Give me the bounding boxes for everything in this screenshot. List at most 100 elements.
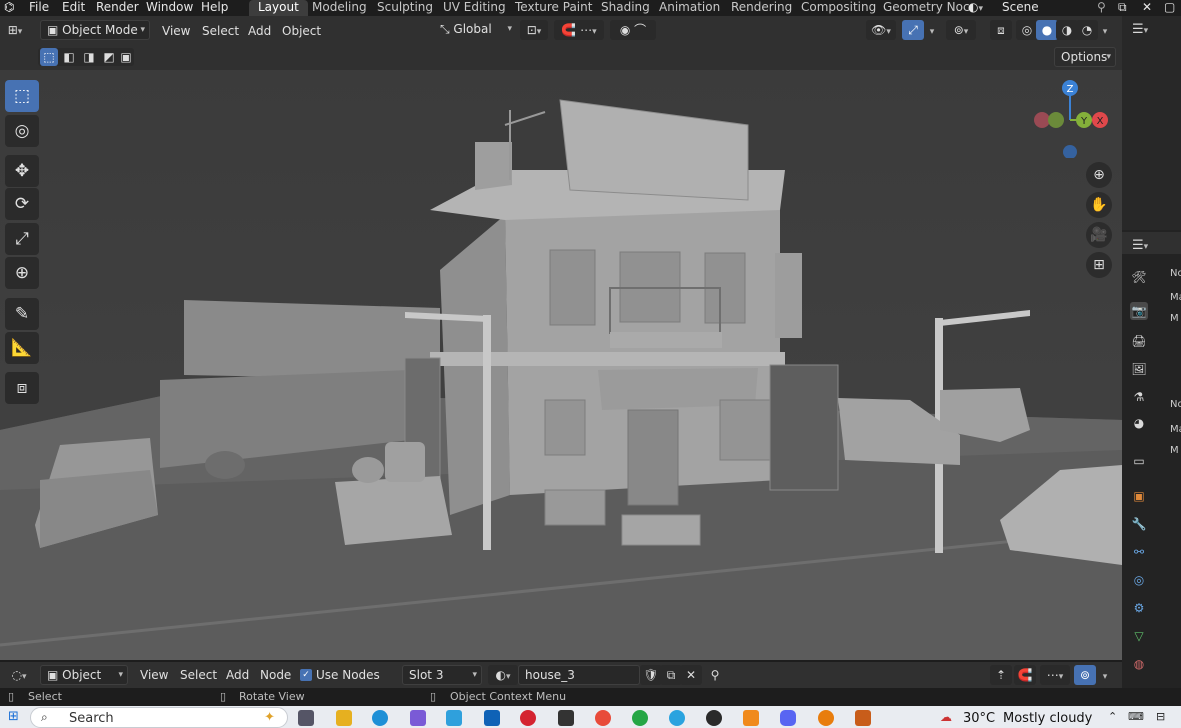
menu-select[interactable]: Select xyxy=(202,24,239,38)
delete-scene-icon[interactable]: ✕ xyxy=(1142,0,1152,14)
menu-add[interactable]: Add xyxy=(226,668,249,682)
overlays-icon[interactable]: ⊚▾ xyxy=(946,20,976,40)
select-extend-icon[interactable]: ◧ xyxy=(60,48,78,66)
constraints-icon[interactable]: ⚙ xyxy=(1130,599,1148,617)
menu-object[interactable]: Object xyxy=(282,24,321,38)
chevron-down-icon[interactable]: ▾ xyxy=(1096,20,1114,40)
transform-icon[interactable]: ⊕ xyxy=(5,257,39,289)
mode-dropdown[interactable]: ▣ Object Mode ▾ xyxy=(40,20,150,40)
render-properties-icon[interactable]: 📷 xyxy=(1130,302,1148,320)
snap-icon[interactable]: 🧲 xyxy=(1014,665,1036,685)
slot-dropdown[interactable]: Slot 3 ▾ xyxy=(402,665,482,685)
snap-mode-icon[interactable]: ⋯▾ xyxy=(1040,665,1070,685)
copilot-icon[interactable] xyxy=(410,710,426,726)
view-layer-icon[interactable]: ▢ xyxy=(1164,0,1175,14)
visibility-icon[interactable]: 👁▾ xyxy=(866,20,896,40)
new-scene-icon[interactable]: ⧉ xyxy=(1118,0,1127,14)
app-icon[interactable] xyxy=(558,710,574,726)
select-invert-icon[interactable]: ◩ xyxy=(100,48,118,66)
tab-modeling[interactable]: Modeling xyxy=(303,0,376,16)
options-dropdown[interactable]: Options ▾ xyxy=(1054,47,1116,67)
measure-icon[interactable]: 📐 xyxy=(5,332,39,364)
add-cube-icon[interactable]: ⧈ xyxy=(5,372,39,404)
chrome-icon[interactable] xyxy=(595,710,611,726)
object-properties-icon[interactable]: ▣ xyxy=(1130,487,1148,505)
shader-type-dropdown[interactable]: ▣ Object ▾ xyxy=(40,665,128,685)
menu-select[interactable]: Select xyxy=(180,668,217,682)
fake-user-icon[interactable]: 🛡 xyxy=(640,665,662,685)
pin-icon[interactable]: ⚲ xyxy=(704,665,726,685)
scene-name[interactable]: Scene xyxy=(1002,0,1102,14)
physics-icon[interactable]: ◎ xyxy=(1130,571,1148,589)
scale-icon[interactable]: ⤢ xyxy=(5,223,39,255)
editor-type-icon[interactable]: ⊞▾ xyxy=(4,20,26,40)
gizmo-toggle-icon[interactable]: ⤢ xyxy=(902,20,924,40)
menu-help[interactable]: Help xyxy=(201,0,228,14)
discord-icon[interactable] xyxy=(780,710,796,726)
use-nodes-checkbox[interactable]: ✓ xyxy=(300,669,312,681)
task-view-icon[interactable] xyxy=(298,710,314,726)
collection-properties-icon[interactable]: ▭ xyxy=(1130,452,1148,470)
tab-shading[interactable]: Shading xyxy=(592,0,659,16)
tab-layout[interactable]: Layout xyxy=(249,0,308,16)
view-layer-icon[interactable]: 🖼 xyxy=(1130,360,1148,378)
tab-texture-paint[interactable]: Texture Paint xyxy=(506,0,601,16)
tab-rendering[interactable]: Rendering xyxy=(722,0,801,16)
telegram-icon[interactable] xyxy=(669,710,685,726)
hand-pan-icon[interactable]: ✋ xyxy=(1086,192,1112,218)
overlays-icon[interactable]: ⊚ xyxy=(1074,665,1096,685)
select-box-icon[interactable]: ⬚ xyxy=(5,80,39,112)
properties-type-icon[interactable]: ☰▾ xyxy=(1132,238,1148,253)
xray-icon[interactable]: ⧈ xyxy=(990,20,1012,40)
select-intersect-icon[interactable]: ▣ xyxy=(118,48,134,66)
outlook-icon[interactable] xyxy=(484,710,500,726)
duplicate-material-icon[interactable]: ⧉ xyxy=(660,665,682,685)
material-properties-icon[interactable]: ◍ xyxy=(1130,655,1148,673)
rotate-icon[interactable]: ⟳ xyxy=(5,188,39,220)
menu-view[interactable]: View xyxy=(140,668,168,682)
menu-node[interactable]: Node xyxy=(260,668,291,682)
menu-window[interactable]: Window xyxy=(146,0,193,14)
move-icon[interactable]: ✥ xyxy=(5,155,39,187)
tool-settings-icon[interactable]: 🛠 xyxy=(1130,268,1148,286)
menu-render[interactable]: Render xyxy=(96,0,139,14)
tab-animation[interactable]: Animation xyxy=(650,0,729,16)
weather-icon[interactable]: ☁ xyxy=(940,710,952,724)
blender-window-icon[interactable] xyxy=(855,710,871,726)
menu-add[interactable]: Add xyxy=(248,24,271,38)
output-properties-icon[interactable]: 🖨 xyxy=(1130,332,1148,350)
pivot-point-icon[interactable]: ⊡▾ xyxy=(520,20,548,40)
store-icon[interactable] xyxy=(446,710,462,726)
outliner[interactable] xyxy=(1122,16,1181,230)
navigation-gizmo[interactable]: Z Y X xyxy=(1030,78,1110,158)
material-preview-icon[interactable]: ◑ xyxy=(1056,20,1078,40)
blender-taskbar-icon[interactable] xyxy=(818,710,834,726)
blender-logo-icon[interactable]: ⌬ xyxy=(4,0,14,14)
system-tray-chevron-icon[interactable]: ⌃ xyxy=(1108,710,1117,723)
modifier-properties-icon[interactable]: 🔧 xyxy=(1130,515,1148,533)
taskbar-search-box[interactable]: ⌕ Search ✦ xyxy=(30,707,288,728)
select-new-icon[interactable]: ⬚ xyxy=(40,48,58,66)
edge-browser-icon[interactable] xyxy=(372,710,388,726)
opera-icon[interactable] xyxy=(520,710,536,726)
tab-compositing[interactable]: Compositing xyxy=(792,0,885,16)
particles-icon[interactable]: ⚯ xyxy=(1130,543,1148,561)
material-browse-icon[interactable]: ◐▾ xyxy=(488,665,518,685)
material-name-field[interactable]: house_3 xyxy=(518,665,640,685)
weather-description[interactable]: Mostly cloudy xyxy=(1003,711,1092,726)
wireframe-shading-icon[interactable]: ◎ xyxy=(1016,20,1038,40)
transform-orientation-dropdown[interactable]: ⤡ Global ▾ xyxy=(434,20,514,40)
rendered-shading-icon[interactable]: ◔ xyxy=(1076,20,1098,40)
vlc-icon[interactable] xyxy=(743,710,759,726)
menu-view[interactable]: View xyxy=(162,24,190,38)
world-properties-icon[interactable]: ◕ xyxy=(1130,414,1148,432)
zoom-icon[interactable]: ⊕ xyxy=(1086,162,1112,188)
cursor-icon[interactable]: ◎ xyxy=(5,115,39,147)
proportional-edit-icon[interactable]: ◉ ⌒ xyxy=(610,20,656,40)
keyboard-icon[interactable]: ⌨ xyxy=(1128,710,1144,723)
annotate-icon[interactable]: ✎ xyxy=(5,298,39,330)
scene-properties-icon[interactable]: ⚗ xyxy=(1130,388,1148,406)
menu-file[interactable]: File xyxy=(29,0,49,14)
whatsapp-icon[interactable] xyxy=(632,710,648,726)
pin-icon[interactable]: ⚲ xyxy=(1097,0,1106,14)
